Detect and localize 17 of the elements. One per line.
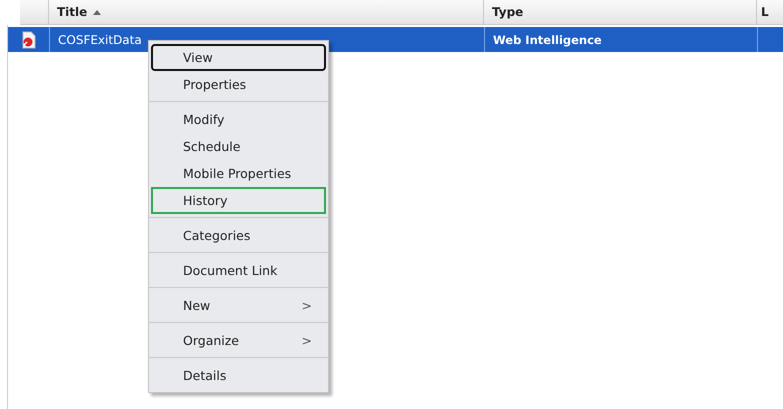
menu-item[interactable]: Organize > [151, 327, 326, 354]
menu-item[interactable]: Details [151, 362, 326, 389]
table-cell: Web Intelligence [493, 32, 602, 46]
sort-arrow-icon [93, 10, 102, 14]
menu-item[interactable]: Categories [151, 222, 326, 249]
menu-item[interactable]: Mobile Properties [151, 160, 326, 187]
document-icon [20, 30, 36, 48]
column-header[interactable]: L [756, 0, 783, 24]
table-cell: COSFExitData [58, 32, 142, 46]
menu-item[interactable]: Properties [151, 71, 326, 98]
menu-item[interactable]: Schedule [151, 133, 326, 160]
menu-item[interactable]: History [151, 187, 326, 214]
column-header[interactable]: Type [483, 0, 756, 24]
column-header[interactable]: Title [48, 0, 483, 24]
menu-item[interactable]: New > [151, 292, 326, 319]
menu-item[interactable]: Document Link [151, 257, 326, 284]
menu-item[interactable]: Modify [151, 106, 326, 133]
